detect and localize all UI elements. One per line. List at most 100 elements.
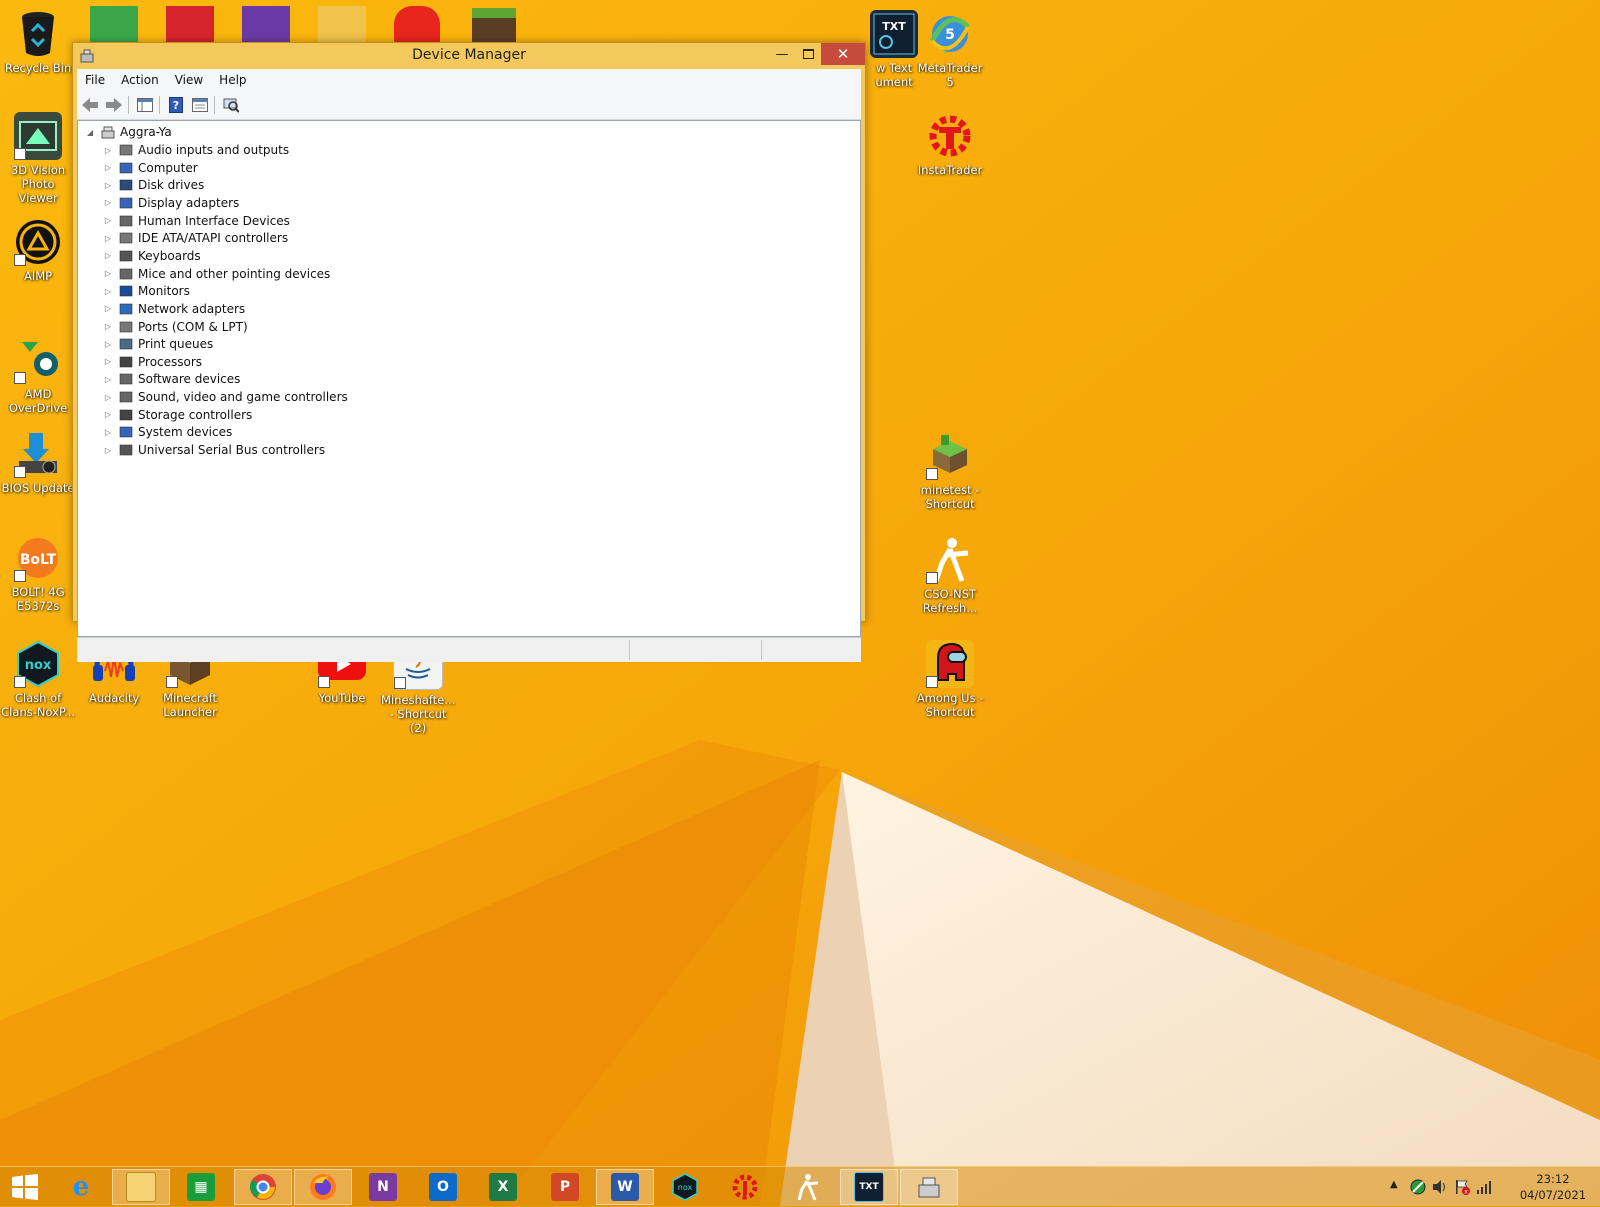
expand-arrow-icon[interactable]: ▷ xyxy=(102,375,114,384)
taskbar-txt-app[interactable]: TXT xyxy=(840,1169,898,1205)
start-button[interactable] xyxy=(0,1169,50,1205)
desktop-icon-amd-overdrive[interactable]: AMD OverDrive xyxy=(0,336,76,415)
desktop-icon-instatrader[interactable]: InstaTrader xyxy=(912,112,988,177)
expand-arrow-icon[interactable]: ▷ xyxy=(102,304,114,313)
device-manager-window[interactable]: Device Manager — ✕ File Action View Help… xyxy=(72,42,866,662)
taskbar-outlook[interactable]: O xyxy=(414,1169,472,1205)
taskbar-internet-explorer[interactable]: e xyxy=(52,1169,110,1205)
desktop-icon-recycle-bin[interactable]: Recycle Bin xyxy=(0,10,76,75)
tree-item[interactable]: ▷ IDE ATA/ATAPI controllers xyxy=(102,229,288,247)
expand-arrow-icon[interactable]: ▷ xyxy=(102,357,114,366)
taskbar-file-explorer[interactable] xyxy=(112,1169,170,1205)
network-globe-icon[interactable] xyxy=(1410,1179,1426,1195)
expand-arrow-icon[interactable]: ▷ xyxy=(102,234,114,243)
taskbar-firefox[interactable] xyxy=(294,1169,352,1205)
expand-arrow-icon[interactable]: ▷ xyxy=(102,251,114,260)
forward-button[interactable] xyxy=(103,94,125,116)
tree-item[interactable]: ▷ Mice and other pointing devices xyxy=(102,265,330,283)
desktop-icon-label: Among Us - Shortcut xyxy=(916,691,984,719)
show-hidden-icons-chevron-icon[interactable]: ▲ xyxy=(1390,1179,1406,1195)
taskbar-word[interactable]: W xyxy=(596,1169,654,1205)
desktop-icon-cso-nst[interactable]: CSO-NST Refresh... xyxy=(912,536,988,615)
taskbar-powerpoint[interactable]: P xyxy=(536,1169,594,1205)
action-center-flag-icon[interactable]: x xyxy=(1454,1179,1470,1195)
tree-item[interactable]: ▷ Keyboards xyxy=(102,247,201,265)
tree-item[interactable]: ▷ Software devices xyxy=(102,370,240,388)
expand-arrow-icon[interactable]: ▷ xyxy=(102,393,114,402)
desktop-icon-minetest[interactable]: minetest - Shortcut xyxy=(912,432,988,511)
tree-item[interactable]: ▷ Human Interface Devices xyxy=(102,212,290,230)
tree-item[interactable]: ▷ Sound, video and game controllers xyxy=(102,388,348,406)
expand-arrow-icon[interactable]: ▷ xyxy=(102,146,114,155)
expand-arrow-icon[interactable]: ▷ xyxy=(102,428,114,437)
svg-text:nox: nox xyxy=(25,658,52,673)
back-button[interactable] xyxy=(79,94,101,116)
expand-arrow-icon[interactable]: ▷ xyxy=(102,410,114,419)
tree-item[interactable]: ▷ Print queues xyxy=(102,335,213,353)
title-bar[interactable]: Device Manager — ✕ xyxy=(73,43,865,69)
expand-arrow-icon[interactable]: ▷ xyxy=(102,269,114,278)
tree-item[interactable]: ▷ Ports (COM & LPT) xyxy=(102,318,248,336)
device-category-icon xyxy=(119,321,133,332)
signal-bars-icon[interactable] xyxy=(1476,1179,1492,1195)
desktop-icon-bolt[interactable]: BoLT BOLT! 4G E5372s xyxy=(0,534,76,613)
tree-item[interactable]: ▷ Computer xyxy=(102,159,198,177)
expand-arrow-icon[interactable]: ▷ xyxy=(102,198,114,207)
taskbar-onenote[interactable]: N xyxy=(354,1169,412,1205)
desktop-icon-partial-purple[interactable] xyxy=(242,6,290,42)
expand-arrow-icon[interactable]: ▷ xyxy=(102,181,114,190)
taskbar-counter-strike[interactable] xyxy=(778,1169,836,1205)
show-hide-console-tree-button[interactable] xyxy=(134,94,156,116)
expand-arrow-icon[interactable]: ▷ xyxy=(102,322,114,331)
menu-view[interactable]: View xyxy=(167,73,211,87)
taskbar-store[interactable]: ▦ xyxy=(172,1169,230,1205)
collapse-arrow-icon[interactable]: ◢ xyxy=(84,128,96,137)
tree-item[interactable]: ▷ Network adapters xyxy=(102,300,245,318)
desktop-icon-partial-red[interactable] xyxy=(166,6,214,42)
tree-item[interactable]: ▷ Disk drives xyxy=(102,176,204,194)
desktop-icon-partial-red-circle[interactable] xyxy=(394,6,440,42)
taskbar-device-manager[interactable] xyxy=(900,1169,958,1205)
taskbar-instatrader[interactable] xyxy=(716,1169,774,1205)
desktop-icon-partial-yellow[interactable] xyxy=(318,6,366,42)
taskbar-chrome[interactable] xyxy=(234,1169,292,1205)
help-button[interactable]: ? xyxy=(165,94,187,116)
expand-arrow-icon[interactable]: ▷ xyxy=(102,216,114,225)
scan-hardware-button[interactable] xyxy=(220,94,242,116)
clock[interactable]: 23:12 04/07/2021 xyxy=(1508,1171,1598,1203)
desktop-icon-partial-minecraft[interactable] xyxy=(472,8,516,42)
desktop-icon-metatrader[interactable]: 5 MetaTrader 5 xyxy=(912,10,988,89)
expand-arrow-icon[interactable]: ▷ xyxy=(102,163,114,172)
desktop-icon-among-us[interactable]: Among Us - Shortcut xyxy=(912,640,988,719)
tree-item[interactable]: ▷ Universal Serial Bus controllers xyxy=(102,441,325,459)
volume-icon[interactable] xyxy=(1432,1179,1448,1195)
tree-item[interactable]: ▷ Monitors xyxy=(102,282,190,300)
desktop-icon-bios-update[interactable]: BIOS Update xyxy=(0,430,76,495)
txt-app-icon: TXT xyxy=(854,1172,884,1202)
tree-root[interactable]: ◢ Aggra-Ya xyxy=(84,123,172,141)
tree-item[interactable]: ▷ System devices xyxy=(102,423,232,441)
device-tree[interactable]: ◢ Aggra-Ya ▷ Audio inputs and outputs ▷ Com… xyxy=(77,120,861,637)
minimize-button[interactable]: — xyxy=(769,43,795,65)
menu-action[interactable]: Action xyxy=(113,73,167,87)
tree-item[interactable]: ▷ Audio inputs and outputs xyxy=(102,141,289,159)
tree-item[interactable]: ▷ Processors xyxy=(102,353,202,371)
desktop-icon-aimp[interactable]: AIMP xyxy=(0,218,76,283)
properties-button[interactable] xyxy=(189,94,211,116)
desktop-icon-3d-vision[interactable]: 3D Vision Photo Viewer xyxy=(0,112,76,205)
desktop-icon-partial-green[interactable] xyxy=(90,6,138,42)
menu-file[interactable]: File xyxy=(77,73,113,87)
device-category-icon xyxy=(119,409,133,421)
tree-item[interactable]: ▷ Storage controllers xyxy=(102,406,252,424)
taskbar-excel[interactable]: X xyxy=(474,1169,532,1205)
taskbar-nox[interactable]: nox xyxy=(656,1169,714,1205)
expand-arrow-icon[interactable]: ▷ xyxy=(102,340,114,349)
device-manager-icon xyxy=(918,1177,940,1198)
expand-arrow-icon[interactable]: ▷ xyxy=(102,446,114,455)
desktop-icon-clash-of-clans-nox[interactable]: nox Clash of Clans-NoxP... xyxy=(0,640,76,719)
tree-item[interactable]: ▷ Display adapters xyxy=(102,194,239,212)
expand-arrow-icon[interactable]: ▷ xyxy=(102,287,114,296)
maximize-button[interactable] xyxy=(795,43,821,65)
close-button[interactable]: ✕ xyxy=(821,43,865,65)
menu-help[interactable]: Help xyxy=(211,73,254,87)
